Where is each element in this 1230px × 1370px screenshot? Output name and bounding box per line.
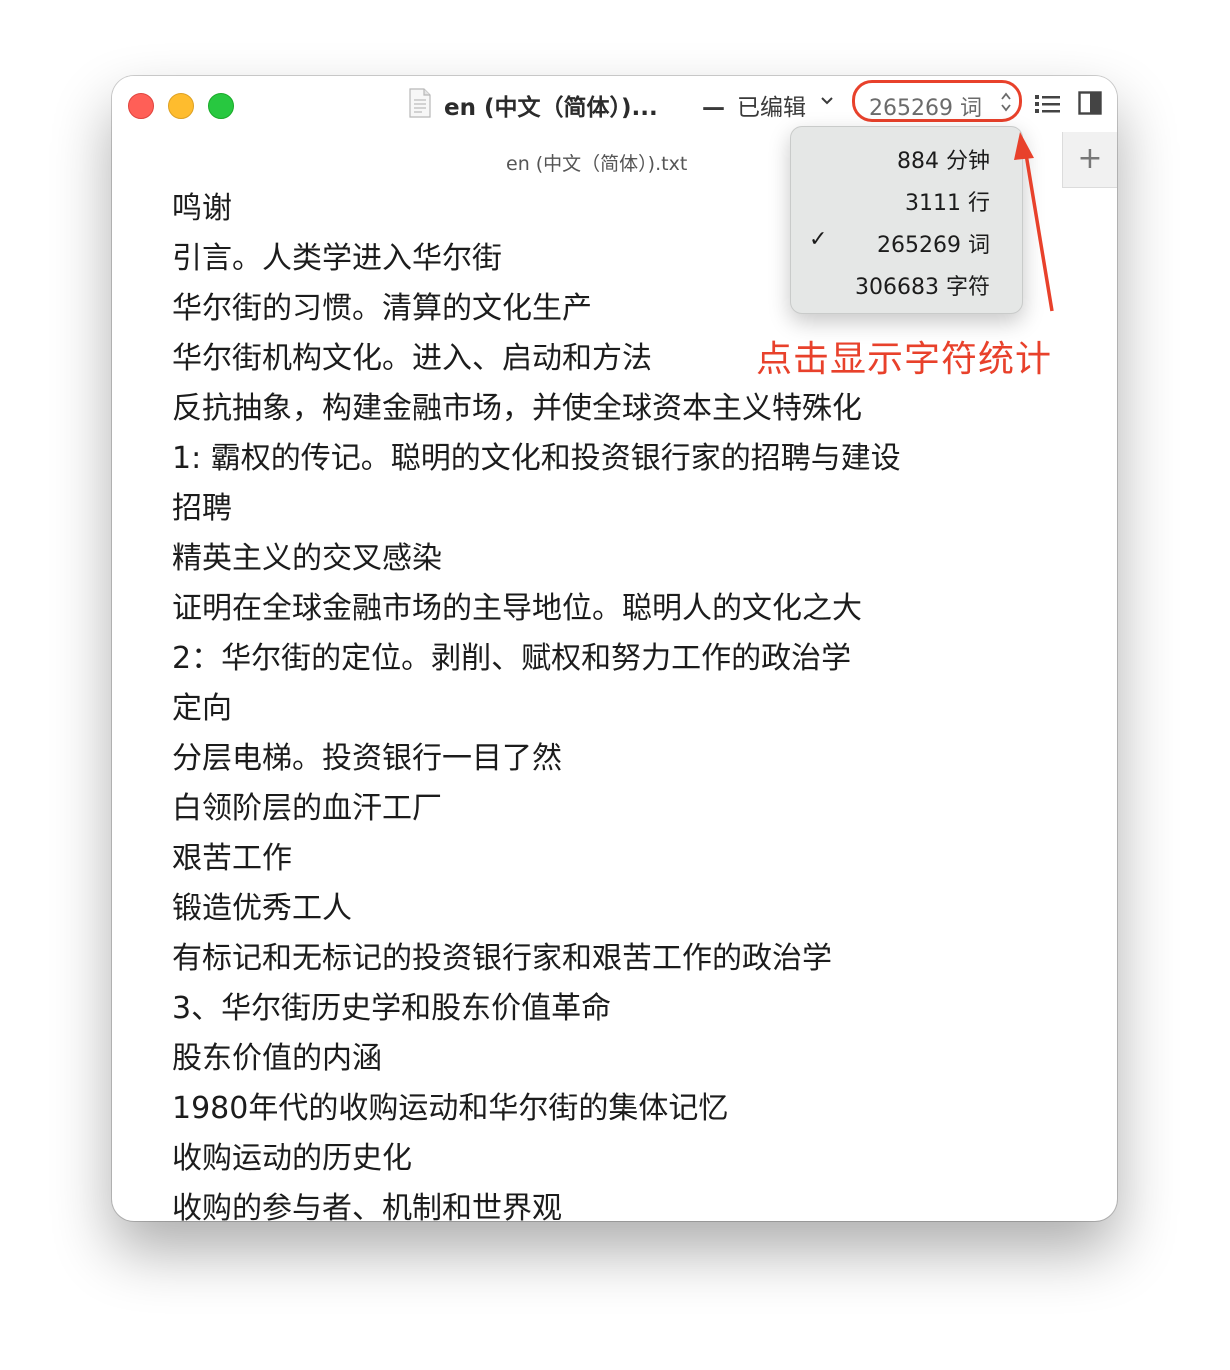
text-line[interactable]: 收购的参与者、机制和世界观 xyxy=(172,1184,1072,1221)
text-line[interactable]: 定向 xyxy=(172,684,1072,734)
close-button[interactable] xyxy=(128,93,154,119)
up-down-chevron-icon xyxy=(1001,92,1011,112)
text-line[interactable]: 白领阶层的血汗工厂 xyxy=(172,784,1072,834)
menu-item-label: 306683 字符 xyxy=(855,275,990,300)
text-line[interactable]: 分层电梯。投资银行一目了然 xyxy=(172,734,1072,784)
text-line[interactable]: 1980年代的收购运动和华尔街的集体记忆 xyxy=(172,1084,1072,1134)
menu-item-label: 3111 行 xyxy=(905,191,990,216)
tab-document[interactable]: en (中文（简体）).txt xyxy=(506,149,687,176)
text-line[interactable]: 股东价值的内涵 xyxy=(172,1034,1072,1084)
add-tab-button[interactable]: + xyxy=(1062,132,1117,188)
chevron-down-icon[interactable] xyxy=(820,96,834,106)
title-bar: en (中文（简体）)... — 已编辑 265269 词 xyxy=(112,76,1117,132)
count-dropdown-menu: 884 分钟 3111 行 ✓ 265269 词 306683 字符 xyxy=(790,126,1023,314)
edited-status[interactable]: — 已编辑 xyxy=(702,88,806,122)
text-line[interactable]: 精英主义的交叉感染 xyxy=(172,534,1072,584)
menu-item-lines[interactable]: 3111 行 xyxy=(791,179,1024,219)
edited-label: 已编辑 xyxy=(737,95,806,121)
menu-item-words[interactable]: ✓ 265269 词 xyxy=(791,221,1024,261)
menu-item-label: 884 分钟 xyxy=(897,149,990,174)
menu-item-characters[interactable]: 306683 字符 xyxy=(791,263,1024,303)
text-line[interactable]: 1: 霸权的传记。聪明的文化和投资银行家的招聘与建设 xyxy=(172,434,1072,484)
annotation-arrow-icon xyxy=(1014,132,1054,312)
sidebar-icon[interactable] xyxy=(1078,91,1102,115)
word-count-value: 265269 词 xyxy=(869,96,982,121)
text-line[interactable]: 有标记和无标记的投资银行家和艰苦工作的政治学 xyxy=(172,934,1072,984)
title-dash: — xyxy=(702,95,725,121)
minimize-button[interactable] xyxy=(168,93,194,119)
text-line[interactable]: 锻造优秀工人 xyxy=(172,884,1072,934)
text-line[interactable]: 艰苦工作 xyxy=(172,834,1072,884)
word-count-button[interactable]: 265269 词 xyxy=(852,80,1022,122)
document-icon xyxy=(409,88,431,118)
menu-item-label: 265269 词 xyxy=(877,233,990,258)
text-line[interactable]: 2：华尔街的定位。剥削、赋权和努力工作的政治学 xyxy=(172,634,1072,684)
window-title[interactable]: en (中文（简体）)... xyxy=(444,88,658,122)
text-line[interactable]: 反抗抽象，构建金融市场，并使全球资本主义特殊化 xyxy=(172,384,1072,434)
list-icon[interactable] xyxy=(1034,92,1062,116)
annotation-text: 点击显示字符统计 xyxy=(756,339,1053,380)
zoom-button[interactable] xyxy=(208,93,234,119)
text-line[interactable]: 招聘 xyxy=(172,484,1072,534)
text-line[interactable]: 证明在全球金融市场的主导地位。聪明人的文化之大 xyxy=(172,584,1072,634)
text-line[interactable]: 3、华尔街历史学和股东价值革命 xyxy=(172,984,1072,1034)
menu-item-minutes[interactable]: 884 分钟 xyxy=(791,137,1024,177)
checkmark-icon: ✓ xyxy=(809,227,828,252)
editor-window: en (中文（简体）)... — 已编辑 265269 词 en (中文（简体）… xyxy=(112,76,1117,1221)
text-line[interactable]: 收购运动的历史化 xyxy=(172,1134,1072,1184)
